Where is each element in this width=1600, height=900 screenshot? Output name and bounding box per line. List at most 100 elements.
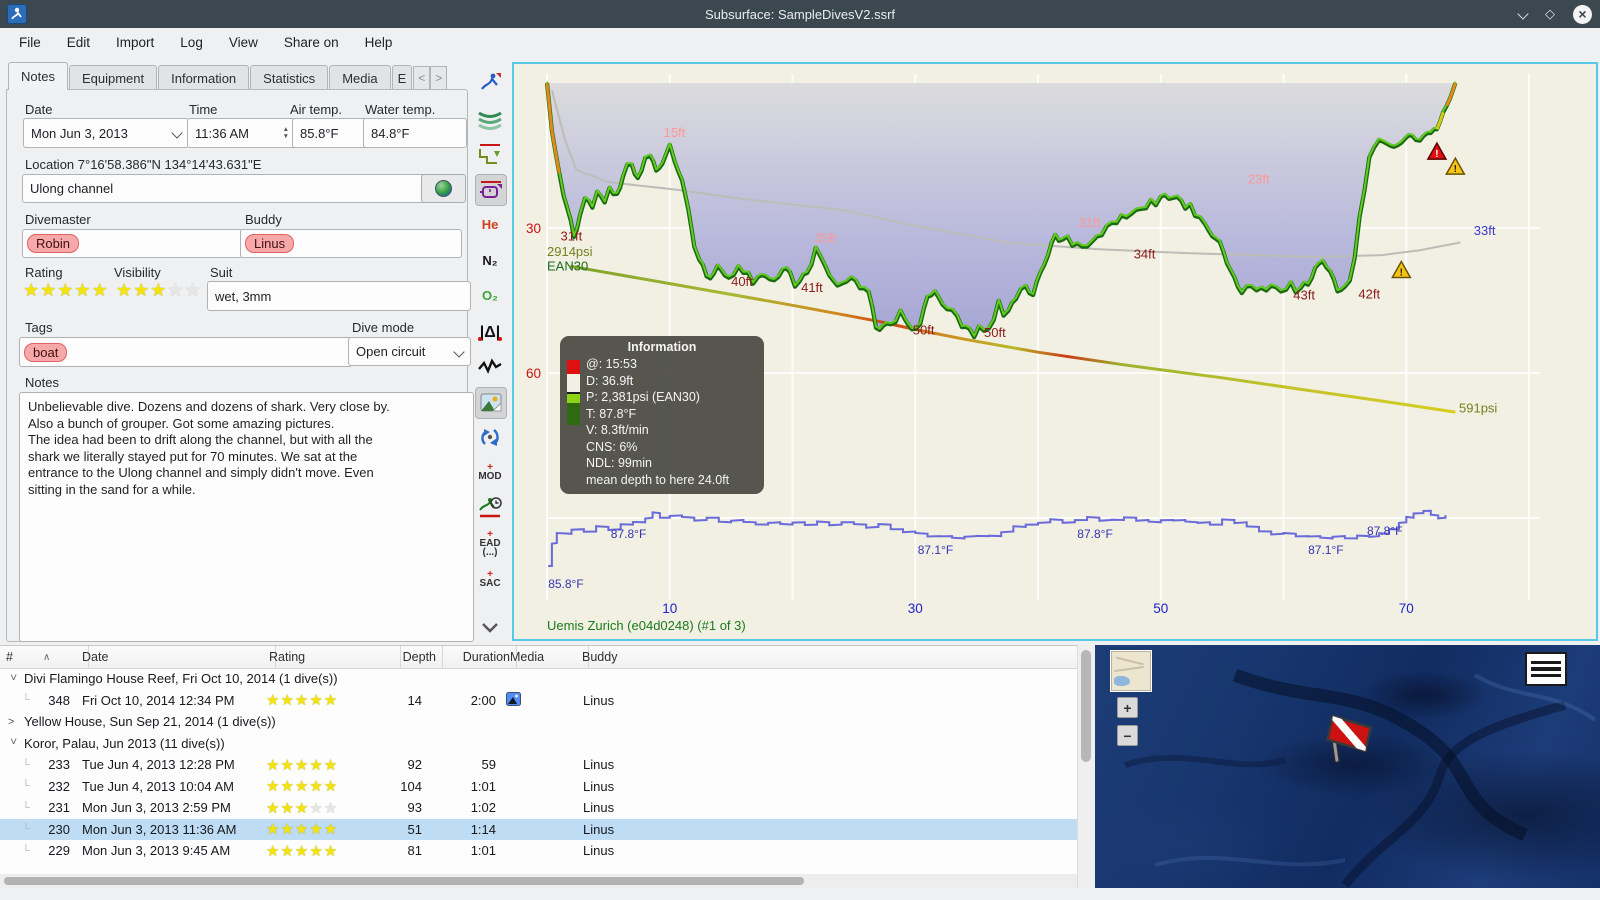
svg-text:34ft: 34ft (1134, 246, 1156, 261)
spinner-arrows-icon[interactable]: ▲ ▼ (283, 126, 289, 140)
minimize-icon[interactable] (1517, 8, 1529, 20)
notes-textarea[interactable]: Unbelievable dive. Dozens and dozens of … (19, 392, 474, 642)
dive-row-348[interactable]: └ 348 Fri Oct 10, 2014 12:34 PM ★★★★★ 14 2:00… (0, 690, 1077, 712)
profile-ruler-icon[interactable] (475, 139, 505, 169)
collapse-caret-icon[interactable]: > (7, 738, 19, 748)
maximize-icon[interactable]: ◇ (1545, 6, 1555, 22)
tags-input[interactable]: boat (19, 337, 352, 367)
svg-text:33ft: 33ft (1474, 223, 1496, 238)
close-icon[interactable]: × (1573, 4, 1592, 24)
dive-mode-label: Dive mode (352, 320, 415, 335)
air-temp-field[interactable]: 85.8°F (292, 118, 372, 148)
tag-boat: boat (24, 342, 68, 362)
tab-media[interactable]: Media (329, 65, 391, 90)
menu-log[interactable]: Log (167, 28, 216, 57)
buddy-input[interactable]: Linus (240, 229, 462, 258)
suit-input[interactable]: wet, 3mm (207, 281, 471, 311)
rebreather-icon[interactable] (475, 422, 505, 452)
heartrate-icon[interactable] (475, 351, 505, 381)
tank-pressure-icon[interactable] (475, 174, 507, 207)
star-icon: ★ (184, 280, 202, 300)
dive-computer-icon[interactable] (475, 68, 505, 98)
svg-text:87.8°F: 87.8°F (611, 527, 646, 541)
date-combobox[interactable]: Mon Jun 3, 2013 (23, 118, 189, 148)
dive-row-232[interactable]: └ 232 Tue Jun 4, 2013 10:04 AM ★★★★★ 104 1:01… (0, 776, 1077, 798)
trip-row[interactable]: > Koror, Palau, Jun 2013 (11 dive(s)) (0, 733, 1077, 755)
map-globe-button[interactable] (421, 174, 466, 203)
dive-row-233[interactable]: └ 233 Tue Jun 4, 2013 12:28 PM ★★★★★ 92 59 Lin… (0, 754, 1077, 776)
dc-ceiling-icon[interactable] (475, 493, 505, 523)
collapse-caret-icon[interactable]: > (7, 674, 19, 684)
map-overview-inset[interactable] (1111, 651, 1151, 691)
map-zoom-in-button[interactable]: + (1117, 697, 1138, 718)
calculated-ceiling-icon[interactable]: |Δ| (475, 316, 505, 346)
profile-toolbar: He N₂ O₂ |Δ| + MOD + EAD (...) + SAC (468, 60, 512, 640)
tab-bar: Notes Equipment Information Statistics Media… (8, 62, 448, 90)
map-menu-icon[interactable] (1525, 652, 1567, 686)
dive-list-header[interactable]: # ∧ Date Rating Depth Duration Media Buddy (0, 646, 1090, 669)
menu-view[interactable]: View (216, 28, 271, 57)
tab-e[interactable]: E (391, 65, 413, 90)
menu-file[interactable]: File (6, 28, 54, 57)
tab-statistics[interactable]: Statistics (250, 65, 329, 90)
column-header-rating[interactable]: Rating (263, 646, 401, 668)
photos-icon[interactable] (475, 386, 507, 419)
subsurface-window: { "window": { "title": "Subsurface: Samp… (0, 0, 1600, 900)
tab-scroll-left-icon[interactable]: < (413, 66, 431, 90)
rating-stars[interactable]: ★★★★★ (23, 280, 109, 301)
column-header-buddy[interactable]: Buddy (576, 646, 1090, 668)
suit-label: Suit (210, 265, 233, 280)
tab-information[interactable]: Information (158, 65, 250, 90)
star-icon: ★ (57, 280, 75, 300)
nitrogen-graph-icon[interactable]: N₂ (475, 245, 505, 275)
svg-text:50ft: 50ft (913, 322, 935, 337)
star-icon: ★ (91, 280, 109, 300)
trip-row[interactable]: > Yellow House, Sun Sep 21, 2014 (1 dive(… (0, 711, 1077, 733)
dive-site-map[interactable]: + − (1095, 645, 1600, 888)
divemaster-input[interactable]: Robin (22, 229, 243, 258)
menu-share-on[interactable]: Share on (271, 28, 352, 57)
dive-row-230[interactable]: └ 230 Mon Jun 3, 2013 11:36 AM ★★★★★ 51 1:14 L… (0, 818, 1077, 840)
dive-flag-marker[interactable] (1317, 703, 1387, 773)
dive-profile-chart[interactable]: 85.8°F 87.8°F 87.1°F 87.8°F 87.1°F 87.8°F 10 30… (512, 62, 1598, 641)
svg-text:!: ! (1400, 268, 1403, 279)
sort-ascending-icon[interactable]: ∧ (43, 652, 50, 663)
expand-caret-icon[interactable]: > (8, 716, 18, 728)
info-box-row: CNS: 6% (586, 439, 638, 454)
ead-icon[interactable]: + EAD (...) (475, 528, 505, 558)
dive-info-panel: Notes Equipment Information Statistics Media… (6, 62, 474, 642)
info-box: Information @: 15:53 D: 36.9ft P: 2,381psi… (560, 336, 764, 494)
tab-equipment[interactable]: Equipment (68, 65, 158, 90)
menu-edit[interactable]: Edit (54, 28, 103, 57)
trip-row[interactable]: > Divi Flamingo House Reef, Fri Oct 10, 2… (0, 668, 1077, 690)
helium-graph-icon[interactable]: He (475, 210, 505, 240)
info-box-row: D: 36.9ft (586, 373, 634, 388)
dive-list-vertical-scrollbar[interactable] (1077, 645, 1093, 888)
info-box-title: Information (627, 340, 697, 354)
water-temp-field[interactable]: 84.8°F (363, 118, 467, 148)
dive-mode-combobox[interactable]: Open circuit (348, 337, 471, 366)
dive-row-229[interactable]: └ 229 Mon Jun 3, 2013 9:45 AM ★★★★★ 81 1:01 Li… (0, 840, 1077, 862)
map-zoom-out-button[interactable]: − (1117, 725, 1138, 746)
info-box-row: @: 15:53 (586, 357, 637, 371)
dive-list-horizontal-scrollbar[interactable] (0, 874, 1077, 888)
time-spinner[interactable]: 11:36 AM ▲ ▼ (187, 118, 297, 148)
tab-scroll-right-icon[interactable]: > (430, 66, 448, 90)
window-title: Subsurface: SampleDivesV2.ssrf (704, 6, 896, 22)
info-box-row: P: 2,381psi (EAN30) (586, 390, 700, 404)
menu-import[interactable]: Import (103, 28, 167, 57)
visibility-stars[interactable]: ★★★★★ (116, 280, 202, 301)
waves-icon[interactable] (475, 103, 505, 133)
dive-row-231[interactable]: └ 231 Mon Jun 3, 2013 2:59 PM ★★★★★ 93 1:02 Li… (0, 797, 1077, 819)
oxygen-graph-icon[interactable]: O₂ (475, 280, 505, 310)
column-header-date[interactable]: Date (76, 646, 276, 668)
info-box-row: mean depth to here 24.0ft (586, 472, 730, 487)
sac-icon[interactable]: + SAC (475, 564, 505, 594)
star-icon: ★ (74, 280, 92, 300)
mod-icon[interactable]: + MOD (475, 457, 505, 487)
scroll-down-icon[interactable] (475, 612, 505, 642)
svg-text:50: 50 (1153, 601, 1168, 616)
tab-notes[interactable]: Notes (8, 62, 68, 90)
location-input[interactable]: Ulong channel (22, 174, 434, 203)
menu-help[interactable]: Help (352, 28, 406, 57)
